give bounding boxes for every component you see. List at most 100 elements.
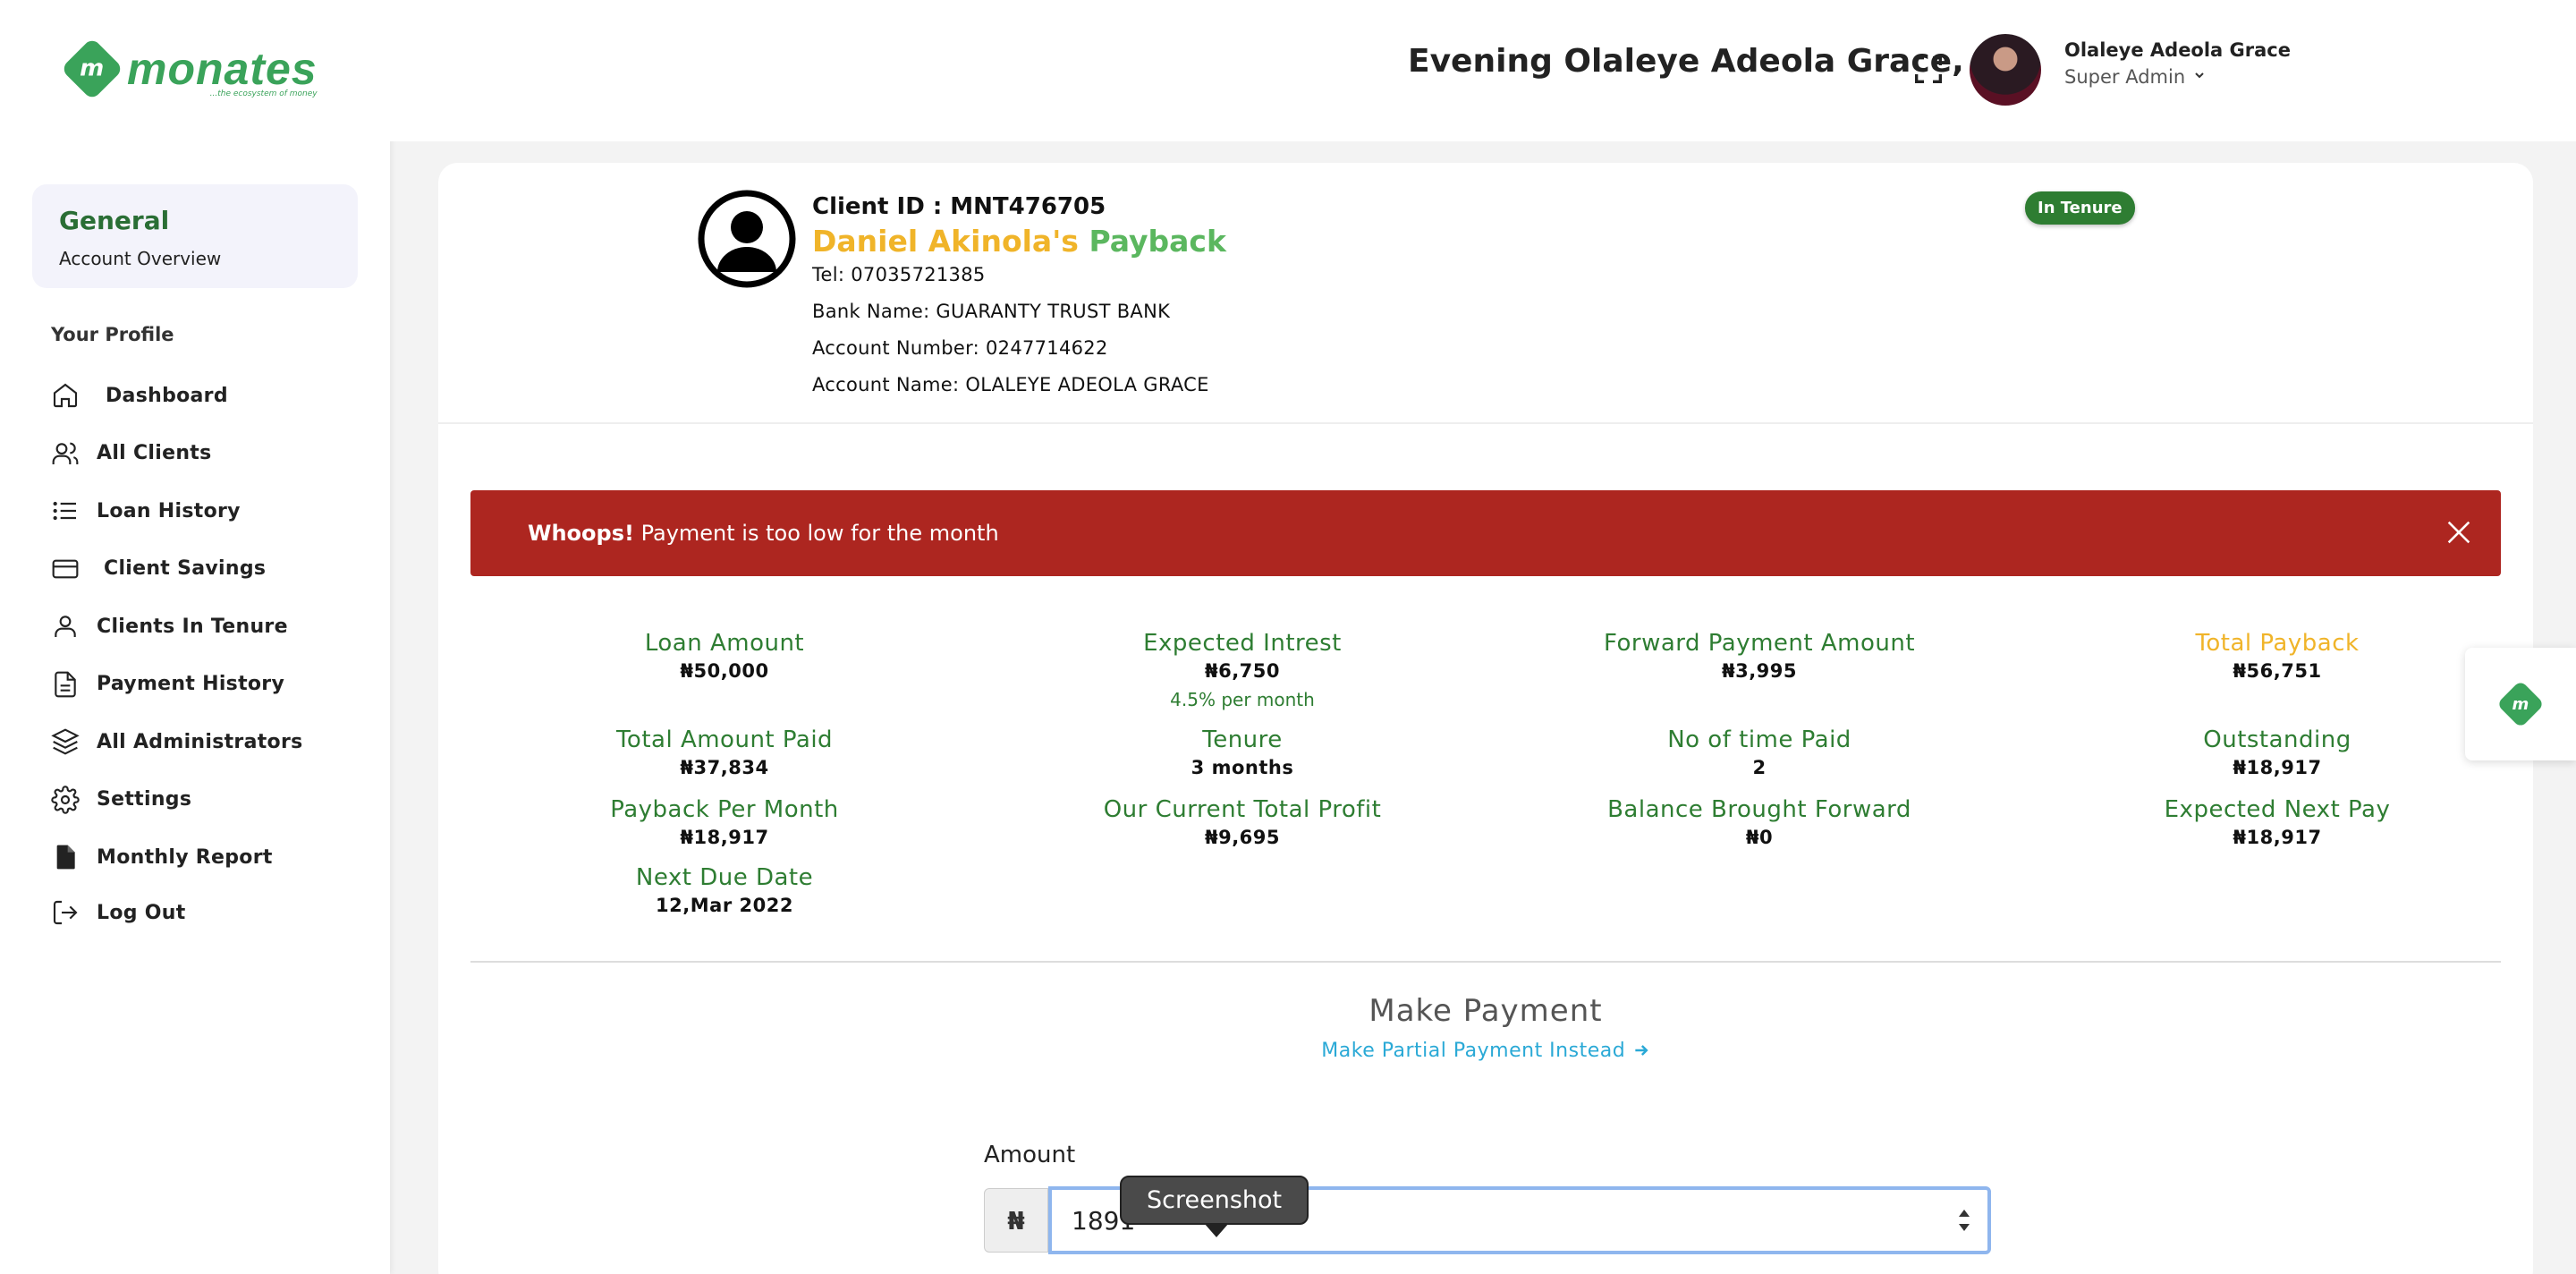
client-payback-title: Daniel Akinola's Payback — [812, 224, 1226, 259]
stat-value: 2 — [1752, 757, 1767, 778]
stat-label: No of time Paid — [1667, 726, 1852, 753]
stat-value: ₦37,834 — [680, 757, 769, 778]
stat-expected-next-pay: Expected Next Pay ₦18,917 — [2023, 796, 2531, 848]
sidebar-item-label: Monthly Report — [97, 845, 273, 869]
layers-icon — [50, 726, 80, 757]
stat-label: Expected Next Pay — [2164, 796, 2391, 823]
your-profile-heading[interactable]: Your Profile — [51, 324, 174, 345]
user-role-label: Super Admin — [2064, 66, 2186, 88]
stat-value: 12,Mar 2022 — [656, 895, 793, 916]
stat-label: Loan Amount — [644, 630, 805, 657]
brand-tagline: ...the ecosystem of money — [209, 89, 318, 98]
brand-logo[interactable]: m monates ...the ecosystem of money — [60, 37, 318, 101]
brand-name: monates — [127, 44, 318, 94]
sidebar-item-label: All Clients — [97, 442, 212, 464]
fullscreen-icon[interactable] — [1911, 52, 1946, 88]
currency-addon: ₦ — [984, 1188, 1048, 1253]
client-header: Client ID : MNT476705 Daniel Akinola's P… — [438, 163, 2533, 424]
general-card-title: General — [59, 206, 170, 235]
user-role-dropdown[interactable]: Super Admin — [2064, 66, 2207, 88]
general-card[interactable]: General Account Overview — [32, 184, 358, 288]
sidebar-item-label: Settings — [97, 788, 192, 811]
sidebar-item-loan-history[interactable]: Loan History — [50, 491, 372, 531]
top-header: Evening Olaleye Adeola Grace, Olaleye Ad… — [390, 0, 2576, 141]
sidebar-item-label: Dashboard — [106, 384, 228, 407]
floating-brand-widget[interactable]: m — [2465, 648, 2576, 760]
stat-value: ₦50,000 — [680, 660, 769, 682]
stat-value: ₦9,695 — [1204, 827, 1281, 848]
alert-strong: Whoops! — [528, 521, 634, 546]
sidebar-nav: Dashboard All Clients Loan History Clien… — [50, 376, 372, 951]
logo-mark-icon: m — [2496, 680, 2545, 728]
amount-label: Amount — [984, 1142, 1076, 1168]
stat-value: ₦0 — [1745, 827, 1774, 848]
sidebar-item-log-out[interactable]: Log Out — [50, 893, 372, 932]
general-card-subtitle: Account Overview — [59, 248, 222, 269]
sidebar-item-all-clients[interactable]: All Clients — [50, 434, 372, 473]
screenshot-tooltip: Screenshot — [1120, 1176, 1309, 1237]
client-id: Client ID : MNT476705 — [812, 193, 1106, 220]
stat-value: 3 months — [1191, 757, 1294, 778]
sidebar-item-label: Log Out — [97, 901, 186, 924]
stat-outstanding: Outstanding ₦18,917 — [2023, 726, 2531, 778]
stat-label: Expected Intrest — [1143, 630, 1342, 657]
stat-label: Total Payback — [2195, 630, 2360, 657]
stat-expected-interest: Expected Intrest ₦6,750 4.5% per month — [988, 630, 1496, 710]
sidebar-item-payment-history[interactable]: Payment History — [50, 665, 372, 704]
sidebar-item-dashboard[interactable]: Dashboard — [50, 376, 372, 415]
number-spinner-icon[interactable] — [1957, 1204, 1971, 1236]
client-account-number: Account Number: 0247714622 — [812, 337, 1108, 359]
stat-label: Forward Payment Amount — [1603, 630, 1916, 657]
stat-total-payback: Total Payback ₦56,751 — [2023, 630, 2531, 682]
close-icon[interactable] — [2444, 517, 2474, 548]
alert-message: Whoops! Payment is too low for the month — [528, 521, 999, 546]
stat-value: ₦18,917 — [2233, 827, 2322, 848]
stat-current-profit: Our Current Total Profit ₦9,695 — [988, 796, 1496, 848]
sidebar-item-monthly-report[interactable]: Monthly Report — [50, 837, 372, 877]
gear-icon — [50, 785, 80, 815]
sidebar-item-label: Loan History — [97, 499, 241, 522]
sidebar-item-label: Payment History — [97, 673, 285, 695]
stat-label: Our Current Total Profit — [1103, 796, 1382, 823]
credit-card-icon — [50, 554, 80, 584]
home-icon — [50, 380, 80, 411]
stat-balance-brought-forward: Balance Brought Forward ₦0 — [1505, 796, 2013, 848]
stat-value: ₦18,917 — [2233, 757, 2322, 778]
client-bank-name: Bank Name: GUARANTY TRUST BANK — [812, 301, 1171, 322]
status-badge: In Tenure — [2025, 191, 2135, 225]
client-info: Client ID : MNT476705 Daniel Akinola's P… — [812, 193, 1226, 395]
payback-word: Payback — [1089, 224, 1226, 259]
sidebar-item-label: All Administrators — [97, 730, 303, 753]
stat-times-paid: No of time Paid 2 — [1505, 726, 2013, 778]
client-name: Daniel Akinola's — [812, 224, 1079, 259]
stat-note: 4.5% per month — [1170, 689, 1315, 710]
sidebar-item-client-savings[interactable]: Client Savings — [50, 549, 372, 589]
stat-label: Outstanding — [2203, 726, 2351, 753]
stat-value: ₦18,917 — [680, 827, 769, 848]
stat-label: Balance Brought Forward — [1607, 796, 1911, 823]
error-alert: Whoops! Payment is too low for the month — [470, 490, 2501, 576]
client-tel: Tel: 07035721385 — [812, 264, 986, 285]
sidebar-item-all-administrators[interactable]: All Administrators — [50, 722, 372, 761]
logo-mark-icon: m — [60, 37, 124, 101]
stat-label: Tenure — [1202, 726, 1283, 753]
partial-payment-label: Make Partial Payment Instead — [1321, 1040, 1626, 1062]
user-name[interactable]: Olaleye Adeola Grace — [2064, 39, 2291, 61]
stat-tenure: Tenure 3 months — [988, 726, 1496, 778]
stat-loan-amount: Loan Amount ₦50,000 — [470, 630, 979, 682]
arrow-right-icon — [1632, 1040, 1650, 1062]
sidebar-item-label: Clients In Tenure — [97, 615, 288, 638]
users-icon — [50, 438, 80, 469]
file-icon — [50, 842, 80, 872]
client-avatar-icon — [698, 190, 796, 288]
sidebar-item-clients-in-tenure[interactable]: Clients In Tenure — [50, 607, 372, 646]
user-avatar[interactable] — [1970, 34, 2041, 106]
stat-payback-per-month: Payback Per Month ₦18,917 — [470, 796, 979, 848]
section-divider — [470, 961, 2501, 963]
stat-value: ₦56,751 — [2233, 660, 2322, 682]
stat-value: ₦3,995 — [1721, 660, 1798, 682]
partial-payment-link[interactable]: Make Partial Payment Instead — [438, 1040, 2533, 1062]
stat-value: ₦6,750 — [1204, 660, 1281, 682]
sidebar-item-settings[interactable]: Settings — [50, 780, 372, 820]
list-icon — [50, 496, 80, 526]
